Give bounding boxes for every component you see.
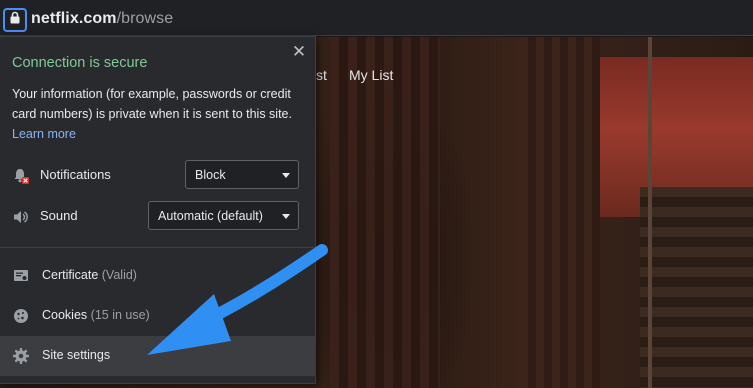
background-curtain <box>330 37 440 388</box>
certificate-label: Certificate (Valid) <box>42 268 137 282</box>
url-path: /browse <box>116 10 174 27</box>
notifications-select[interactable]: Block <box>185 160 299 189</box>
description-text: Your information (for example, passwords… <box>12 87 292 121</box>
sound-select[interactable]: Automatic (default) <box>148 201 299 230</box>
background-stairs <box>640 187 753 388</box>
certificate-status: (Valid) <box>101 268 137 282</box>
url-host: netflix.com <box>31 10 117 27</box>
cookies-label: Cookies (15 in use) <box>42 308 150 322</box>
site-settings-label: Site settings <box>42 348 111 362</box>
cookies-count: (15 in use) <box>90 308 150 322</box>
sound-label: Sound <box>40 208 78 223</box>
sound-select-value: Automatic (default) <box>158 209 263 223</box>
speaker-icon <box>12 208 30 226</box>
permission-row-notifications: Notifications Block <box>0 160 316 190</box>
site-info-button[interactable] <box>3 8 27 32</box>
notifications-label: Notifications <box>40 167 111 182</box>
learn-more-link[interactable]: Learn more <box>12 127 76 141</box>
close-icon[interactable]: ✕ <box>291 43 307 60</box>
gear-icon <box>12 347 30 365</box>
certificate-title: Certificate <box>42 268 99 282</box>
cookie-icon <box>12 307 30 325</box>
nav-link-my-list[interactable]: My List <box>349 67 393 83</box>
permission-row-sound: Sound Automatic (default) <box>0 201 316 231</box>
certificate-item[interactable]: Certificate (Valid) <box>0 256 316 296</box>
chevron-down-icon <box>282 214 290 219</box>
url-field[interactable]: netflix.com/browse <box>31 10 173 28</box>
background-curtain <box>520 37 600 388</box>
address-bar: netflix.com/browse <box>0 0 753 36</box>
cookies-item[interactable]: Cookies (15 in use) <box>0 296 316 336</box>
certificate-icon <box>12 267 30 285</box>
notifications-select-value: Block <box>195 168 226 182</box>
background-rail <box>648 37 652 388</box>
cookies-title: Cookies <box>42 308 88 322</box>
nav-link-partial[interactable]: st <box>316 67 327 83</box>
site-settings-item[interactable]: Site settings <box>0 336 316 376</box>
connection-description: Your information (for example, passwords… <box>12 84 308 144</box>
site-info-popup: ✕ Connection is secure Your information … <box>0 36 316 384</box>
divider <box>0 247 316 248</box>
connection-status-title: Connection is secure <box>12 55 148 71</box>
chevron-down-icon <box>282 173 290 178</box>
notifications-blocked-icon <box>12 167 30 185</box>
lock-icon <box>9 11 21 29</box>
